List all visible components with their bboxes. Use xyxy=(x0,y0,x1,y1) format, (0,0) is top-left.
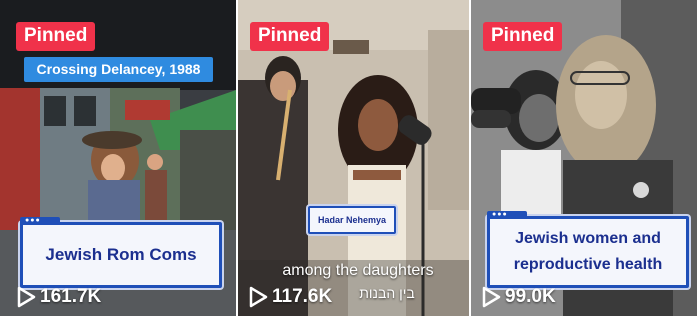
title-card: ●●● Jewish women and reproductive health xyxy=(487,211,689,288)
play-icon xyxy=(249,286,268,308)
title-card-text: Jewish Rom Coms xyxy=(45,245,197,264)
title-card: ●●● Jewish Rom Coms xyxy=(20,217,222,288)
card-tab: ●●● xyxy=(20,217,60,224)
subtitle-line-2: בין הבנות xyxy=(359,285,415,301)
video-tile-hadar-nehemya[interactable]: Pinned Hadar Nehemya among the daughters… xyxy=(238,0,469,316)
view-count: 99.0K xyxy=(481,286,556,308)
play-icon xyxy=(17,286,36,308)
view-count-value: 161.7K xyxy=(40,286,102,307)
title-card-text-line-1: Jewish women and xyxy=(515,230,661,247)
view-count-value: 99.0K xyxy=(505,286,556,307)
video-tile-jewish-rom-coms[interactable]: Pinned Crossing Delancey, 1988 ●●● Jewis… xyxy=(0,0,236,316)
pinned-badge: Pinned xyxy=(250,22,330,51)
name-tag: Hadar Nehemya xyxy=(308,206,396,234)
video-tile-jewish-women-health[interactable]: Pinned ●●● Jewish women and reproductive… xyxy=(471,0,697,316)
view-count-value: 117.6K xyxy=(272,286,333,307)
title-card-text-line-2: reproductive health xyxy=(513,256,663,273)
pinned-badge: Pinned xyxy=(483,22,563,51)
view-count: 161.7K xyxy=(16,286,101,308)
card-tab: ●●● xyxy=(487,211,527,218)
view-count: 117.6K xyxy=(248,286,332,308)
name-tag-text: Hadar Nehemya xyxy=(317,215,387,225)
subtitle-line-1: among the daughters xyxy=(282,262,434,279)
video-grid: Pinned Crossing Delancey, 1988 ●●● Jewis… xyxy=(0,0,697,316)
video-caption-overlay: Crossing Delancey, 1988 xyxy=(24,57,213,82)
play-icon xyxy=(482,286,501,308)
pinned-badge: Pinned xyxy=(16,22,96,51)
